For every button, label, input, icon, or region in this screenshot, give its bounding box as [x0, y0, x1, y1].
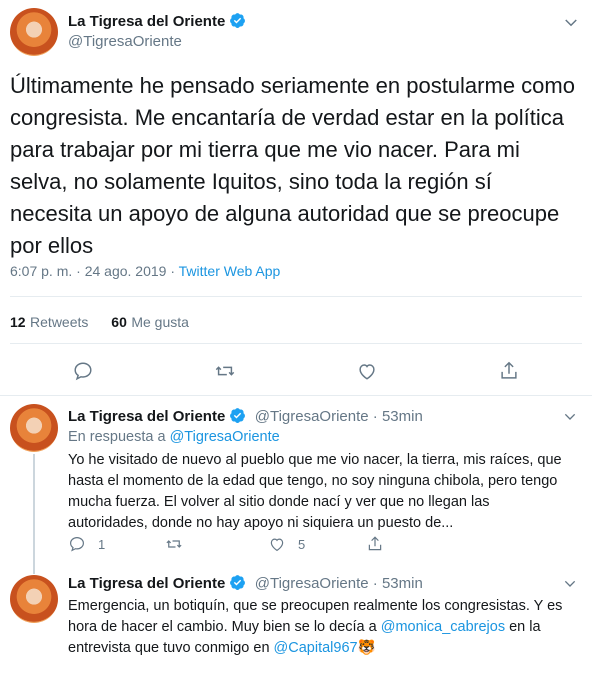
reply-count: 1	[98, 536, 106, 552]
like-icon	[268, 535, 286, 553]
retweet-icon	[165, 535, 183, 553]
thread-connector	[33, 454, 35, 574]
like-count: 5	[298, 536, 306, 552]
tweet-timestamp-row: 6:07 p. m. · 24 ago. 2019 · Twitter Web …	[10, 263, 280, 279]
share-button[interactable]	[366, 535, 384, 553]
author-handle[interactable]: @TigresaOriente	[255, 575, 369, 592]
retweets-stat[interactable]: 12 Retweets	[10, 314, 88, 331]
author-name[interactable]: La Tigresa del Oriente	[68, 575, 225, 592]
likes-stat[interactable]: 60 Me gusta	[111, 314, 189, 331]
reply-to-mention[interactable]: @TigresaOriente	[170, 429, 280, 445]
reply-button[interactable]: 1	[68, 535, 105, 553]
like-icon[interactable]	[356, 360, 378, 387]
engagement-stats: 12 Retweets 60 Me gusta	[10, 314, 189, 332]
avatar[interactable]	[10, 404, 58, 452]
divider	[10, 296, 582, 297]
reply-text: Yo he visitado de nuevo al pueblo que me…	[68, 452, 562, 531]
main-tweet-header: La Tigresa del Oriente	[68, 12, 246, 34]
reply-actions: 1 5	[68, 535, 573, 555]
verified-badge-icon	[229, 574, 246, 596]
share-icon[interactable]	[498, 360, 520, 387]
reply-timestamp[interactable]: · 53min	[369, 408, 423, 425]
author-name[interactable]: La Tigresa del Oriente	[68, 408, 225, 425]
avatar[interactable]	[10, 575, 58, 623]
more-options-icon[interactable]	[562, 576, 578, 592]
author-handle[interactable]: @TigresaOriente	[68, 33, 182, 50]
reply-icon	[68, 535, 86, 553]
reply-text: Emergencia, un botiquín, que se preocupe…	[68, 596, 573, 659]
divider	[0, 395, 592, 396]
mention-link[interactable]: @monica_cabrejos	[381, 619, 505, 635]
main-tweet-actions	[0, 360, 592, 384]
mention-link[interactable]: @Capital967	[274, 640, 358, 656]
share-icon	[366, 535, 384, 553]
reply-context-label: En respuesta a	[68, 429, 170, 445]
reply-header: La Tigresa del Oriente @TigresaOriente ·…	[68, 407, 423, 429]
retweet-button[interactable]	[165, 535, 191, 553]
author-name[interactable]: La Tigresa del Oriente	[68, 13, 225, 30]
reply-icon[interactable]	[72, 360, 94, 387]
tiger-emoji-icon: 🐯	[357, 640, 376, 656]
verified-badge-icon	[229, 12, 246, 34]
verified-badge-icon	[229, 407, 246, 429]
reply-header: La Tigresa del Oriente @TigresaOriente ·…	[68, 574, 423, 596]
tweet-source[interactable]: Twitter Web App	[179, 263, 281, 279]
reply-context: En respuesta a @TigresaOriente	[68, 429, 280, 445]
like-button[interactable]: 5	[268, 535, 305, 553]
retweet-icon[interactable]	[214, 360, 236, 387]
author-handle[interactable]: @TigresaOriente	[255, 408, 369, 425]
more-options-icon[interactable]	[562, 409, 578, 425]
reply-timestamp[interactable]: · 53min	[369, 575, 423, 592]
divider	[10, 343, 582, 344]
more-options-icon[interactable]	[562, 14, 580, 32]
tweet-timestamp[interactable]: 6:07 p. m. · 24 ago. 2019 ·	[10, 263, 179, 279]
avatar[interactable]	[10, 8, 58, 56]
main-tweet-text: Últimamente he pensado seriamente en pos…	[10, 73, 575, 258]
